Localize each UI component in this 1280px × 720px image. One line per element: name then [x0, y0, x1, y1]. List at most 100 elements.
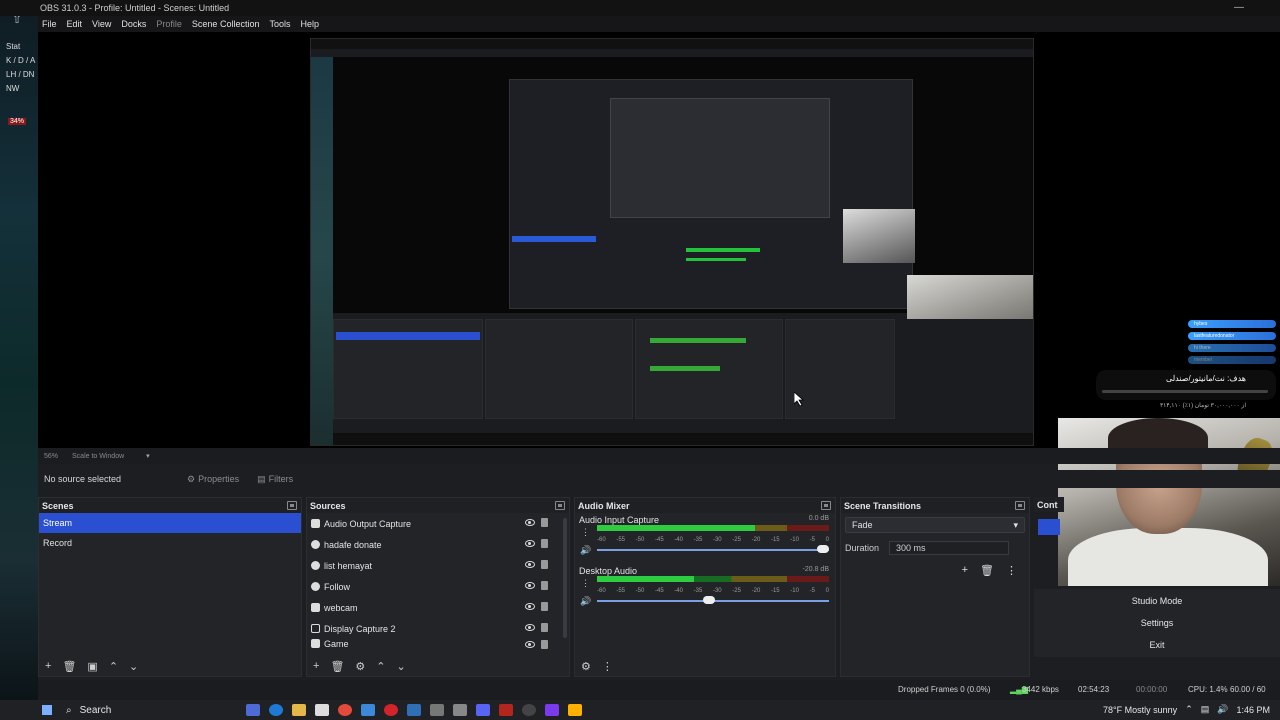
volume-knob[interactable]: [702, 596, 715, 604]
menu-help[interactable]: Help: [300, 19, 319, 29]
steam-icon[interactable]: [407, 704, 421, 716]
clock-text[interactable]: 1:46 PM: [1236, 705, 1270, 715]
edge-icon[interactable]: [269, 704, 283, 716]
studio-mode-button[interactable]: Studio Mode: [1040, 591, 1274, 611]
transition-select[interactable]: Fade ▾: [845, 517, 1025, 533]
volume-knob[interactable]: [817, 545, 829, 553]
trash-icon[interactable]: 🗑: [980, 564, 994, 577]
menu-edit[interactable]: Edit: [67, 19, 83, 29]
properties-button[interactable]: ⚙ Properties: [187, 474, 239, 485]
files-icon[interactable]: [361, 704, 375, 716]
scene-item-record[interactable]: Record: [39, 533, 301, 553]
exit-button[interactable]: Exit: [1040, 635, 1274, 655]
eye-icon[interactable]: [525, 519, 535, 526]
app-icon[interactable]: [430, 704, 444, 716]
taskbar-search[interactable]: ⌕ Search: [66, 705, 226, 716]
lock-icon[interactable]: [541, 518, 548, 527]
eye-icon[interactable]: [525, 540, 535, 547]
nw-label: NW: [6, 84, 20, 93]
eye-icon[interactable]: [525, 641, 535, 648]
lock-icon[interactable]: [541, 623, 548, 632]
filters-button[interactable]: ▤ Filters: [257, 474, 293, 485]
minimize-icon[interactable]: —: [1234, 2, 1244, 13]
zoom-level[interactable]: 56%: [44, 453, 58, 460]
filter-icon[interactable]: ▣: [87, 660, 97, 673]
app-icon[interactable]: [246, 704, 260, 716]
source-item[interactable]: Display Capture 2: [307, 618, 569, 639]
source-item[interactable]: Follow: [307, 576, 569, 597]
window-title: OBS 31.0.3 - Profile: Untitled - Scenes:…: [40, 3, 230, 13]
eye-icon[interactable]: [525, 582, 535, 589]
menu-view[interactable]: View: [92, 19, 111, 29]
sources-scrollbar[interactable]: [563, 518, 567, 638]
channel-db: 0.0 dB: [808, 515, 829, 522]
weather-text[interactable]: 78°F Mostly sunny: [1103, 705, 1177, 715]
trash-icon[interactable]: 🗑: [330, 660, 344, 673]
more-vert-icon[interactable]: ⋮: [581, 578, 590, 589]
more-vert-icon[interactable]: ⋮: [1006, 564, 1017, 577]
source-item[interactable]: webcam: [307, 597, 569, 618]
lock-icon[interactable]: [541, 560, 548, 569]
volume-slider[interactable]: [597, 549, 829, 551]
source-item[interactable]: Game: [307, 639, 569, 649]
undock-icon[interactable]: [555, 501, 565, 510]
add-icon[interactable]: +: [962, 564, 968, 577]
source-item[interactable]: hadafe donate: [307, 534, 569, 555]
lock-icon[interactable]: [541, 602, 548, 611]
menu-profile[interactable]: Profile: [156, 19, 182, 29]
percent-badge: 34%: [8, 118, 27, 125]
discord-icon[interactable]: [476, 704, 490, 716]
lock-icon[interactable]: [541, 640, 548, 649]
folder-icon[interactable]: [292, 704, 306, 716]
opera-icon[interactable]: [384, 704, 398, 716]
app-icon[interactable]: [568, 704, 582, 716]
menu-scene-collection[interactable]: Scene Collection: [192, 19, 260, 29]
chevron-down-icon[interactable]: ⌄: [129, 660, 138, 673]
menu-tools[interactable]: Tools: [269, 19, 290, 29]
channel-name: Desktop Audio: [579, 566, 638, 576]
obs-icon[interactable]: [522, 704, 536, 716]
windows-start-icon[interactable]: [42, 705, 52, 715]
duration-row: Duration 300 ms: [841, 537, 1029, 559]
add-icon[interactable]: +: [313, 660, 319, 672]
app-icon[interactable]: [545, 704, 559, 716]
undock-icon[interactable]: [1015, 501, 1025, 510]
chevron-down-icon[interactable]: ⌄: [397, 660, 406, 673]
menu-docks[interactable]: Docks: [121, 19, 146, 29]
add-icon[interactable]: +: [45, 660, 51, 672]
more-vert-icon[interactable]: ⋮: [602, 660, 613, 673]
gear-icon[interactable]: ⚙: [355, 660, 365, 673]
volume-icon[interactable]: 🔊: [1217, 704, 1228, 715]
lock-icon[interactable]: [541, 539, 548, 548]
sources-footer: + 🗑 ⚙ ⌃ ⌄: [307, 656, 569, 676]
eye-icon[interactable]: [525, 624, 535, 631]
gear-icon[interactable]: ⚙: [581, 660, 591, 673]
chevron-up-icon[interactable]: ⌃: [109, 660, 118, 673]
chevron-up-icon[interactable]: ⌃: [376, 660, 385, 673]
undock-icon[interactable]: [821, 501, 831, 510]
scene-item-stream[interactable]: Stream: [39, 513, 301, 533]
app-icon[interactable]: [453, 704, 467, 716]
undock-icon[interactable]: [287, 501, 297, 510]
eye-icon[interactable]: [525, 561, 535, 568]
chevron-up-icon[interactable]: ⌃: [1185, 704, 1193, 715]
speaker-icon[interactable]: 🔊: [580, 596, 591, 607]
speaker-icon[interactable]: 🔊: [580, 545, 591, 556]
chrome-icon[interactable]: [338, 704, 352, 716]
source-item[interactable]: list hemayat: [307, 555, 569, 576]
scale-dropdown-icon[interactable]: ▾: [146, 452, 150, 460]
more-vert-icon[interactable]: ⋮: [581, 527, 590, 538]
duration-input[interactable]: 300 ms: [889, 541, 1010, 555]
store-icon[interactable]: [315, 704, 329, 716]
start-streaming-button[interactable]: [1038, 519, 1060, 535]
eye-icon[interactable]: [525, 603, 535, 610]
menu-file[interactable]: File: [42, 19, 57, 29]
lock-icon[interactable]: [541, 581, 548, 590]
source-item[interactable]: Audio Output Capture: [307, 513, 569, 534]
channel-name: Audio Input Capture: [579, 515, 660, 525]
scale-mode[interactable]: Scale to Window: [72, 453, 124, 460]
app-icon[interactable]: [499, 704, 513, 716]
trash-icon[interactable]: 🗑: [62, 660, 76, 673]
network-icon[interactable]: ▤: [1201, 704, 1210, 715]
settings-button[interactable]: Settings: [1040, 613, 1274, 633]
